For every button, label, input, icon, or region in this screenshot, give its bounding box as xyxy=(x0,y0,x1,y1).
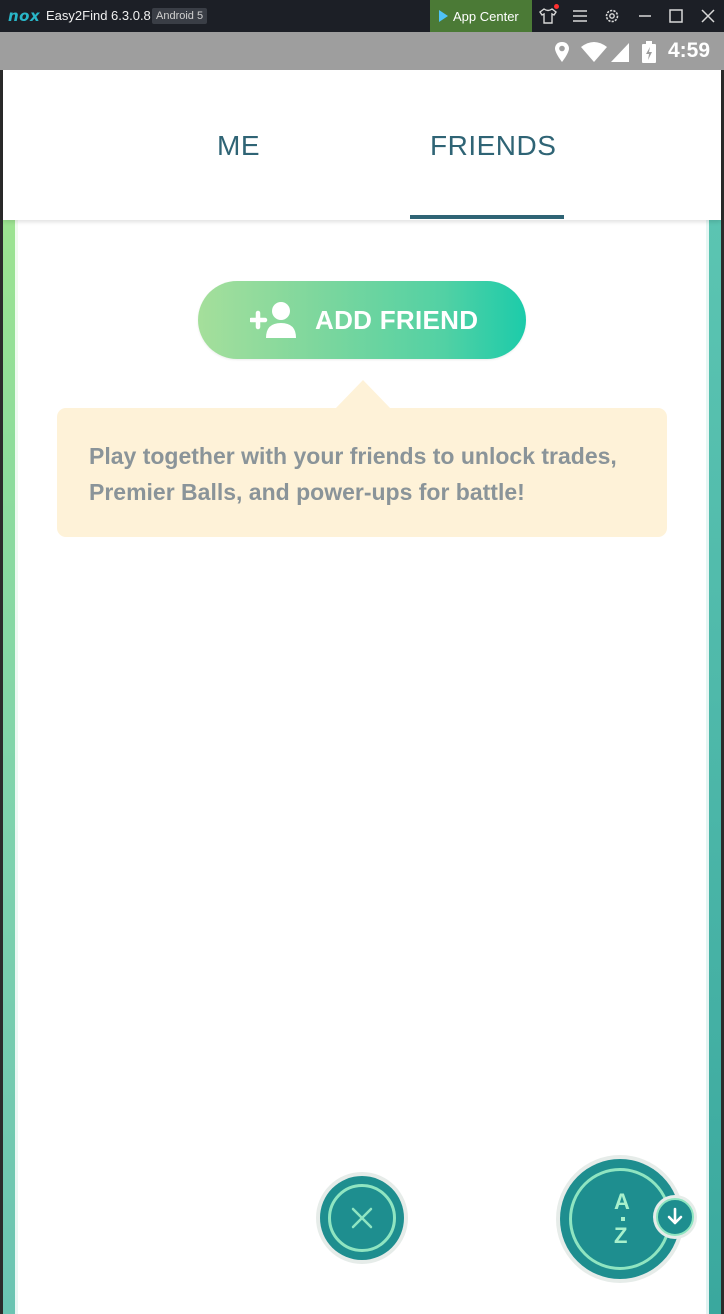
sort-letter-a: A xyxy=(614,1189,630,1214)
close-button-ring xyxy=(328,1184,396,1252)
tab-me[interactable]: ME xyxy=(217,130,260,162)
friends-info-tooltip: Play together with your friends to unloc… xyxy=(57,408,667,537)
add-friend-label: ADD FRIEND xyxy=(315,305,479,335)
android-version-badge: Android 5 xyxy=(152,8,208,24)
add-friend-button[interactable]: ADD FRIEND xyxy=(198,281,526,359)
close-button[interactable] xyxy=(316,1172,408,1264)
sort-direction-toggle[interactable] xyxy=(653,1195,697,1239)
window-frame-left xyxy=(0,70,3,1314)
sort-letter-z: Z xyxy=(614,1223,628,1248)
tab-friends[interactable]: FRIENDS xyxy=(430,130,556,162)
friends-screen: ME FRIENDS ADD FRIEND Play together with… xyxy=(0,70,724,1314)
tooltip-text: Play together with your friends to unloc… xyxy=(89,443,617,505)
settings-icon[interactable] xyxy=(603,7,621,25)
signal-icon xyxy=(611,43,629,62)
close-button-fill xyxy=(320,1176,404,1260)
sort-separator-dot xyxy=(621,1217,625,1221)
tooltip-arrow xyxy=(335,380,391,409)
active-tab-indicator xyxy=(410,215,564,219)
app-title: Easy2Find 6.3.0.8 xyxy=(46,8,151,23)
status-time: 4:59 xyxy=(667,39,710,62)
close-x-icon xyxy=(351,1207,373,1229)
app-center-button[interactable]: App Center xyxy=(430,0,532,32)
shirt-icon[interactable] xyxy=(539,4,559,25)
wifi-icon xyxy=(581,42,607,62)
location-icon xyxy=(555,42,569,62)
play-icon xyxy=(439,10,448,22)
nox-logo: nox xyxy=(8,7,41,25)
app-center-label: App Center xyxy=(453,8,519,24)
close-icon[interactable] xyxy=(699,7,717,25)
android-status-bar: 4:59 xyxy=(0,32,724,70)
menu-icon[interactable] xyxy=(571,7,589,25)
maximize-icon[interactable] xyxy=(667,7,685,25)
emulator-title-bar: nox Easy2Find 6.3.0.8 Android 5 App Cent… xyxy=(0,0,724,32)
minimize-icon[interactable] xyxy=(636,7,654,25)
notification-dot xyxy=(554,4,559,9)
sort-direction-fill xyxy=(656,1198,694,1236)
add-person-icon xyxy=(248,301,300,339)
tab-bar: ME FRIENDS xyxy=(3,70,721,220)
arrow-down-icon xyxy=(667,1207,683,1225)
battery-icon xyxy=(642,41,656,63)
